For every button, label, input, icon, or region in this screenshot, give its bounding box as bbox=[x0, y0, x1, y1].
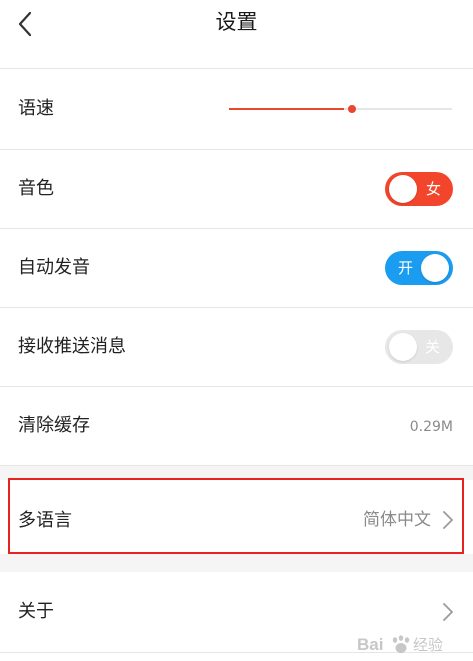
svg-text:经验: 经验 bbox=[413, 636, 443, 654]
voice-toggle[interactable]: 女 bbox=[385, 172, 453, 206]
speed-slider[interactable] bbox=[229, 103, 452, 115]
cache-label: 清除缓存 bbox=[18, 415, 90, 436]
svg-text:Bai: Bai bbox=[357, 635, 383, 654]
push-toggle-text: 关 bbox=[424, 338, 440, 356]
auto-play-label: 自动发音 bbox=[18, 257, 90, 278]
setting-row-voice: 音色 女 bbox=[0, 150, 473, 229]
chevron-right-icon bbox=[443, 511, 453, 529]
baidu-watermark-logo: Bai 经验 bbox=[357, 635, 443, 654]
slider-thumb[interactable] bbox=[348, 105, 356, 113]
section-gap bbox=[0, 554, 473, 572]
chevron-right-icon bbox=[443, 603, 453, 621]
setting-row-speed: 语速 bbox=[0, 69, 473, 150]
cache-size: 0.29M bbox=[409, 419, 453, 435]
push-toggle[interactable]: 关 bbox=[385, 330, 453, 364]
auto-play-toggle-text: 开 bbox=[398, 259, 414, 277]
voice-label: 音色 bbox=[18, 178, 54, 199]
toggle-knob bbox=[389, 333, 417, 361]
setting-row-push: 接收推送消息 关 bbox=[0, 308, 473, 387]
language-label: 多语言 bbox=[18, 510, 72, 531]
speed-label: 语速 bbox=[18, 98, 54, 119]
setting-row-auto-play: 自动发音 开 bbox=[0, 229, 473, 308]
page-title: 设置 bbox=[215, 10, 258, 34]
settings-page: 设置 语速 音色 女 自动发音 开 接收推送消息 关 清除缓存 0.29M 多语… bbox=[0, 0, 473, 661]
setting-row-cache[interactable]: 清除缓存 0.29M bbox=[0, 387, 473, 466]
auto-play-toggle[interactable]: 开 bbox=[385, 251, 453, 285]
push-label: 接收推送消息 bbox=[18, 336, 126, 357]
toggle-knob bbox=[421, 254, 449, 282]
header: 设置 bbox=[0, 0, 473, 69]
toggle-knob bbox=[389, 175, 417, 203]
about-label: 关于 bbox=[18, 601, 54, 622]
setting-row-language[interactable]: 多语言 简体中文 bbox=[0, 480, 473, 554]
slider-fill bbox=[229, 108, 344, 110]
voice-toggle-text: 女 bbox=[425, 180, 441, 198]
section-gap bbox=[0, 466, 473, 480]
language-value: 简体中文 bbox=[363, 510, 431, 530]
